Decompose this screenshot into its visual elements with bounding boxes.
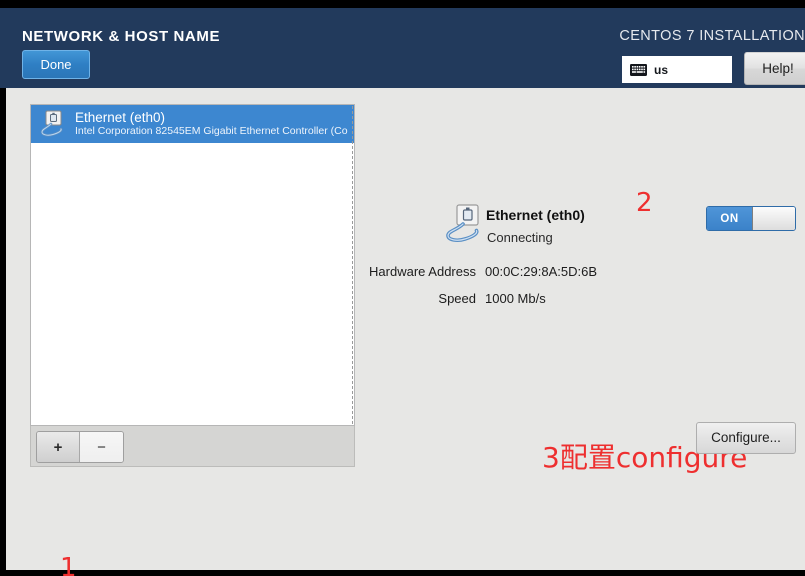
focus-outline xyxy=(32,106,353,424)
device-list-toolbar: + − xyxy=(30,426,355,467)
list-item-text: Ethernet (eth0) Intel Corporation 82545E… xyxy=(75,111,348,137)
keyboard-layout-label: us xyxy=(654,62,669,77)
network-on-off-toggle[interactable]: ON xyxy=(706,206,796,231)
speed-value: 1000 Mb/s xyxy=(485,291,546,306)
speed-label: Speed xyxy=(438,291,476,306)
keyboard-layout-indicator[interactable]: us xyxy=(622,56,732,83)
device-name: Ethernet (eth0) xyxy=(75,110,166,125)
list-item[interactable]: Ethernet (eth0) Intel Corporation 82545E… xyxy=(31,105,354,143)
remove-device-button[interactable]: − xyxy=(80,432,123,462)
keyboard-icon xyxy=(630,63,647,76)
detail-connection-status: Connecting xyxy=(487,230,553,245)
add-remove-group: + − xyxy=(36,431,124,463)
main-content: Ethernet (eth0) Intel Corporation 82545E… xyxy=(6,88,805,576)
installer-screen: NETWORK & HOST NAME Done CENTOS 7 INSTAL… xyxy=(0,0,805,576)
annotation-one: 1 xyxy=(60,553,77,576)
configure-button[interactable]: Configure... xyxy=(696,422,796,454)
add-device-button[interactable]: + xyxy=(37,432,80,462)
ethernet-cable-icon xyxy=(40,110,63,137)
ethernet-cable-icon-large xyxy=(446,204,479,242)
detail-device-name: Ethernet (eth0) xyxy=(486,207,585,223)
installation-label: CENTOS 7 INSTALLATION xyxy=(619,28,805,44)
toggle-state-label: ON xyxy=(707,207,752,230)
help-button[interactable]: Help! xyxy=(744,52,805,85)
page-title: NETWORK & HOST NAME xyxy=(22,28,221,45)
device-description: Intel Corporation 82545EM Gigabit Ethern… xyxy=(75,125,348,138)
hardware-address-label: Hardware Address xyxy=(369,264,476,279)
toggle-knob[interactable] xyxy=(752,207,795,230)
annotation-two: 2 xyxy=(636,188,653,218)
hardware-address-value: 00:0C:29:8A:5D:6B xyxy=(485,264,598,279)
done-button[interactable]: Done xyxy=(22,50,90,79)
installer-header: NETWORK & HOST NAME Done CENTOS 7 INSTAL… xyxy=(0,8,805,88)
